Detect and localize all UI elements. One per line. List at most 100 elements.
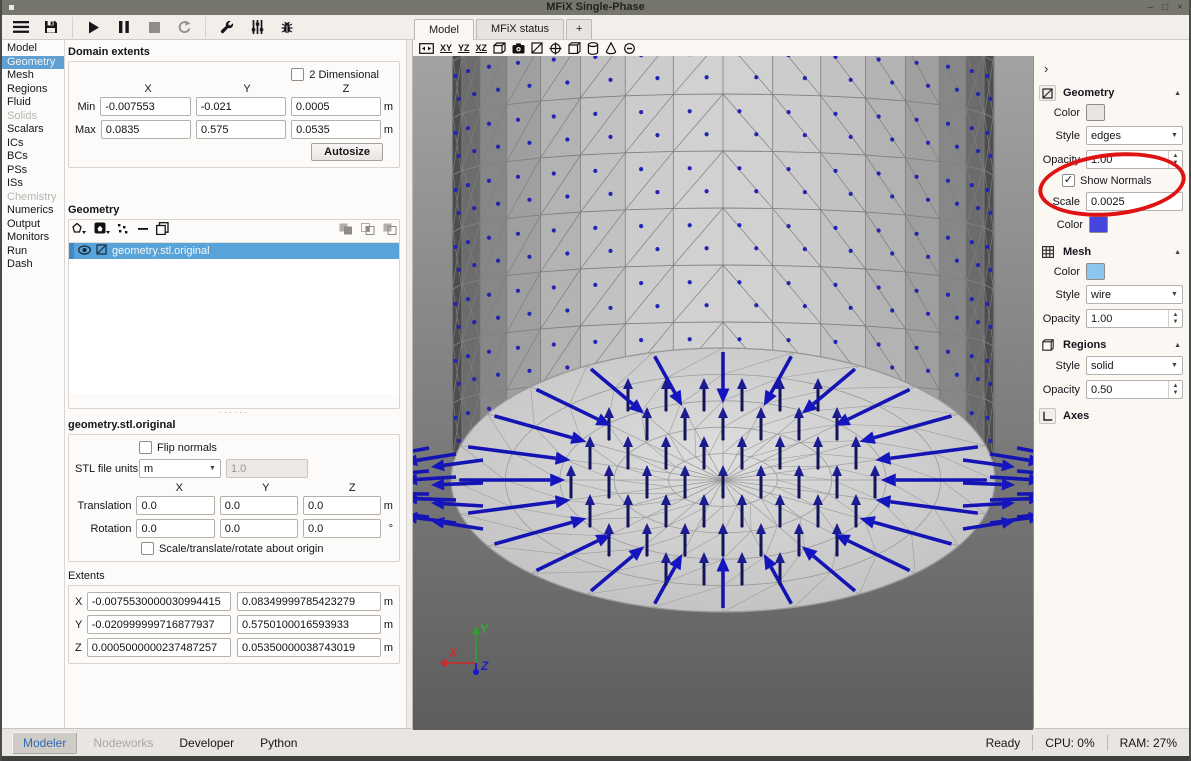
view-yz-icon[interactable]: YZ (458, 41, 470, 55)
mesh-props-header[interactable]: Mesh ▲ (1034, 241, 1189, 263)
add-geometry-icon[interactable] (71, 222, 87, 238)
cone-icon[interactable] (605, 41, 617, 55)
sidebar-item-numerics[interactable]: Numerics (2, 204, 64, 218)
sidebar-item-regions[interactable]: Regions (2, 83, 64, 97)
perspective-icon[interactable] (493, 41, 506, 55)
translation-x-input[interactable] (136, 496, 214, 515)
mesh-color-swatch[interactable] (1086, 263, 1105, 280)
settings-icon[interactable] (244, 17, 270, 38)
cube-icon[interactable] (568, 41, 581, 55)
spinner-arrows-icon[interactable]: ▲▼ (1168, 151, 1182, 168)
stop-icon[interactable] (141, 17, 167, 38)
crosshair-icon[interactable] (549, 41, 562, 55)
translation-y-input[interactable] (220, 496, 298, 515)
checkbox-box[interactable]: ✓ (1062, 174, 1075, 187)
geometry-toggle-icon[interactable] (531, 41, 543, 55)
extents-z-max[interactable] (237, 638, 381, 657)
ymax-input[interactable] (196, 120, 286, 139)
autosize-button[interactable]: Autosize (311, 143, 383, 161)
mode-python-button[interactable]: Python (250, 733, 307, 753)
collapse-icon[interactable]: ▲ (1174, 342, 1181, 349)
flip-normals-checkbox[interactable]: Flip normals (139, 441, 217, 454)
copy-geometry-icon[interactable] (156, 222, 169, 238)
add-procedural-icon[interactable] (117, 223, 131, 238)
spinner-arrows-icon[interactable]: ▲▼ (1168, 381, 1182, 398)
geo-color-swatch[interactable] (1086, 104, 1105, 121)
xmax-input[interactable] (101, 120, 191, 139)
view-xy-icon[interactable]: XY (440, 41, 452, 55)
camera-icon[interactable] (512, 41, 525, 55)
checkbox-box[interactable] (141, 542, 154, 555)
sidebar-item-geometry[interactable]: Geometry (2, 56, 64, 70)
regions-props-header[interactable]: Regions ▲ (1034, 334, 1189, 356)
extents-y-max[interactable] (237, 615, 381, 634)
titlebar[interactable]: MFiX Single-Phase – □ × (2, 0, 1189, 15)
zmax-input[interactable] (291, 120, 381, 139)
axes-props-header[interactable]: Axes (1034, 405, 1189, 427)
translation-z-input[interactable] (303, 496, 381, 515)
pause-icon[interactable] (111, 17, 137, 38)
geometry-props-header[interactable]: Geometry ▲ (1034, 82, 1189, 104)
sidebar-item-bcs[interactable]: BCs (2, 150, 64, 164)
origin-transform-checkbox[interactable]: Scale/translate/rotate about origin (141, 542, 324, 555)
sidebar-item-fluid[interactable]: Fluid (2, 96, 64, 110)
show-normals-checkbox[interactable]: ✓ Show Normals (1062, 174, 1152, 187)
tab-model[interactable]: Model (414, 19, 474, 40)
sidebar-item-model[interactable]: Model (2, 42, 64, 56)
rotation-y-input[interactable] (220, 519, 298, 538)
mode-developer-button[interactable]: Developer (169, 733, 244, 753)
close-button[interactable]: × (1177, 0, 1183, 15)
sidebar-item-scalars[interactable]: Scalars (2, 123, 64, 137)
spinner-arrows-icon[interactable]: ▲▼ (1168, 310, 1182, 327)
geo-style-combo[interactable]: edges▼ (1086, 126, 1183, 145)
tree-item-geometry-stl[interactable]: geometry.stl.original (69, 243, 399, 259)
collapse-icon[interactable]: ▲ (1174, 249, 1181, 256)
sidebar-item-dash[interactable]: Dash (2, 258, 64, 272)
extents-z-min[interactable] (87, 638, 231, 657)
visibility-eye-icon[interactable] (78, 245, 91, 258)
normals-color-swatch[interactable] (1089, 216, 1108, 233)
build-icon[interactable] (214, 17, 240, 38)
rotation-z-input[interactable] (303, 519, 381, 538)
viewport-3d-scene[interactable]: XYZ (413, 56, 1033, 728)
mesh-style-combo[interactable]: wire▼ (1086, 285, 1183, 304)
sidebar-item-pss[interactable]: PSs (2, 164, 64, 178)
visibility-icon[interactable] (623, 41, 636, 55)
ymin-input[interactable] (196, 97, 287, 116)
sidebar-item-mesh[interactable]: Mesh (2, 69, 64, 83)
panel-splitter[interactable] (406, 40, 413, 728)
minimize-button[interactable]: – (1148, 0, 1154, 15)
tab-add[interactable]: + (566, 19, 592, 39)
add-filter-icon[interactable] (94, 222, 110, 238)
xmin-input[interactable] (100, 97, 191, 116)
extents-x-min[interactable] (87, 592, 231, 611)
extents-y-min[interactable] (87, 615, 231, 634)
regions-opacity-spin[interactable]: 0.50▲▼ (1086, 380, 1183, 399)
sidebar-item-monitors[interactable]: Monitors (2, 231, 64, 245)
panel-resize-handle[interactable]: ······ (68, 409, 400, 417)
fit-view-icon[interactable] (419, 41, 434, 55)
sidebar-item-ics[interactable]: ICs (2, 137, 64, 151)
regions-style-combo[interactable]: solid▼ (1086, 356, 1183, 375)
checkbox-box[interactable] (139, 441, 152, 454)
sidebar-item-output[interactable]: Output (2, 218, 64, 232)
stl-units-combo[interactable]: m▼ (139, 459, 221, 478)
remove-geometry-icon[interactable] (138, 223, 149, 238)
panel-expander[interactable]: › (1044, 61, 1058, 76)
mode-modeler-button[interactable]: Modeler (12, 732, 77, 754)
mesh-opacity-spin[interactable]: 1.00▲▼ (1086, 309, 1183, 328)
menu-icon[interactable] (8, 17, 34, 38)
sidebar-item-iss[interactable]: ISs (2, 177, 64, 191)
rotation-x-input[interactable] (136, 519, 214, 538)
zmin-input[interactable] (291, 97, 382, 116)
collapse-icon[interactable]: ▲ (1174, 90, 1181, 97)
run-icon[interactable] (81, 17, 107, 38)
two-dimensional-checkbox[interactable]: 2 Dimensional (291, 68, 379, 81)
cylinder-icon[interactable] (587, 41, 599, 55)
reset-icon[interactable] (171, 17, 197, 38)
view-xz-icon[interactable]: XZ (476, 41, 488, 55)
maximize-button[interactable]: □ (1162, 0, 1168, 15)
save-icon[interactable] (38, 17, 64, 38)
debug-icon[interactable] (274, 17, 300, 38)
normals-scale-input[interactable] (1086, 192, 1183, 211)
